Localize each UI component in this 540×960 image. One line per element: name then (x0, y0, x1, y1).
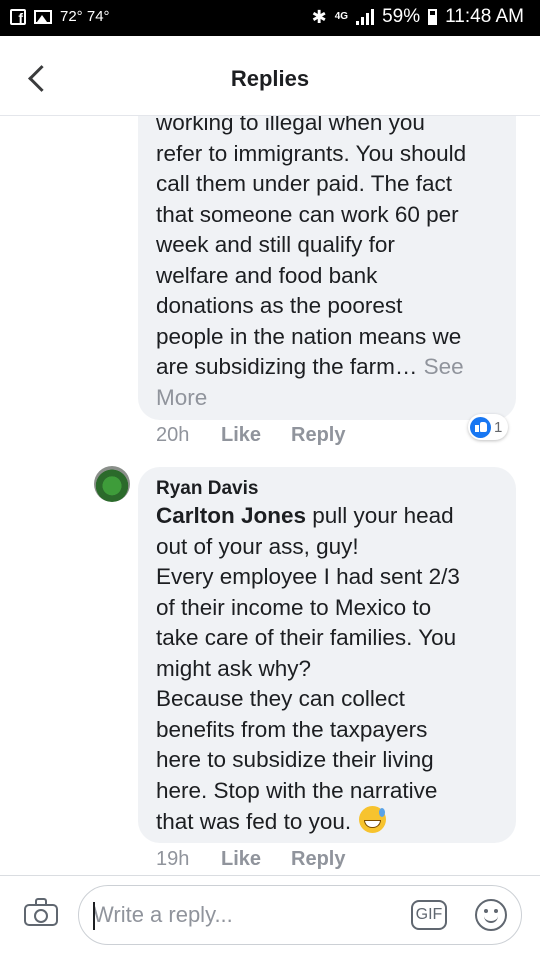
like-button[interactable]: Like (221, 424, 291, 447)
reply-input[interactable] (93, 886, 393, 944)
reply-button[interactable]: Reply (291, 424, 345, 447)
comment-text: working to illegal when you refer to imm… (156, 110, 467, 410)
text-cursor (93, 902, 95, 930)
avatar[interactable] (94, 466, 130, 502)
smiley-icon[interactable] (475, 899, 507, 931)
status-left: f 72° 74° (10, 8, 110, 25)
weather-temps: 72° 74° (60, 8, 110, 25)
top-bar: Replies (0, 36, 540, 116)
reaction-summary[interactable]: 1 (468, 414, 509, 440)
like-button[interactable]: Like (221, 848, 291, 871)
divider (0, 875, 540, 876)
network-type: 4G (334, 11, 349, 22)
divider (0, 115, 540, 116)
comment-text: Carlton Jones pull your head out of your… (156, 503, 460, 834)
clock: 11:48 AM (445, 6, 524, 27)
comment-author[interactable]: Ryan Davis (156, 478, 258, 500)
reply-button[interactable]: Reply (291, 848, 345, 871)
bluetooth-icon: ✱ (311, 6, 327, 27)
grinning-sweat-emoji-icon (359, 806, 387, 833)
status-right: ✱ 4G 59% 11:48 AM (312, 6, 524, 28)
facebook-notification-icon: f (10, 8, 26, 25)
like-icon (470, 416, 491, 438)
reply-composer: GIF (78, 885, 522, 945)
page-title: Replies (230, 66, 310, 91)
battery-percent: 59% (382, 6, 421, 27)
comment-time: 20h (156, 424, 190, 446)
comment-time: 19h (156, 848, 190, 870)
signal-icon (356, 9, 375, 25)
gif-button[interactable]: GIF (411, 900, 447, 930)
comment-actions: 20h Like Reply (156, 424, 345, 447)
image-notification-icon (34, 9, 52, 24)
comment-actions: 19h Like Reply (156, 848, 345, 871)
mention-link[interactable]: Carlton Jones (156, 503, 306, 528)
status-bar: f 72° 74° ✱ 4G 59% 11:48 AM (0, 0, 540, 36)
reaction-count: 1 (494, 418, 503, 436)
camera-icon[interactable] (24, 898, 58, 926)
battery-icon (428, 9, 438, 25)
